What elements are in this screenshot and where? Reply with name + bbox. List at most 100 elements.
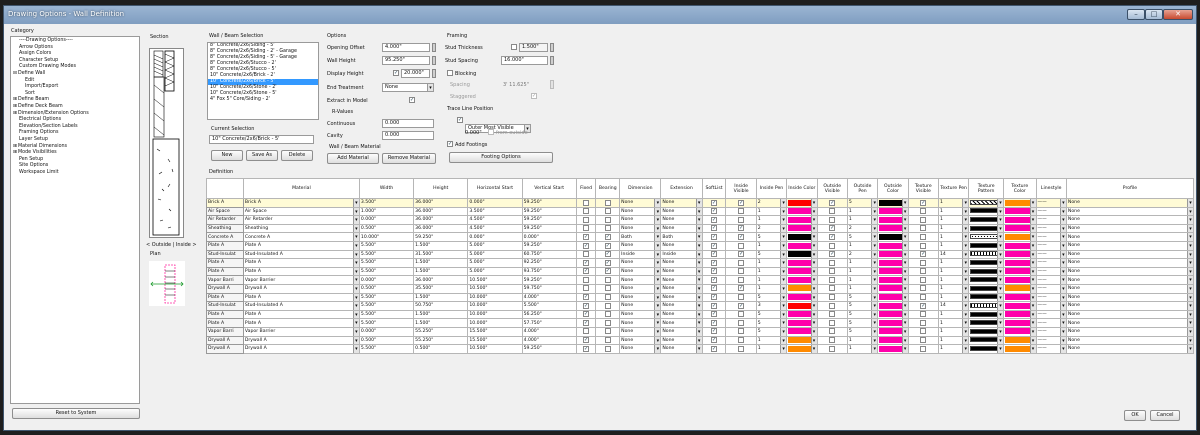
linestyle-select[interactable]: —— [1035,301,1067,311]
outside-color-cell[interactable] [877,326,909,337]
inside-color-cell[interactable] [786,335,818,346]
inside-pen-select[interactable]: 1 [755,283,788,294]
texture-visible-checkbox[interactable] [920,311,927,318]
texture-pen-select[interactable]: 1 [937,232,970,242]
outside-pen-select[interactable]: 2 [846,223,879,234]
extension-select[interactable]: None [660,240,703,251]
bearing-checkbox[interactable] [604,345,611,352]
texture-color-cell[interactable] [1003,335,1037,346]
texture-pen-select[interactable]: 1 [937,215,970,225]
inside-visible-checkbox[interactable]: ✓ [738,302,745,309]
texture-visible-checkbox[interactable] [920,319,927,326]
extension-select[interactable]: None [660,326,703,337]
column-header[interactable]: Material [242,178,360,199]
dimension-select[interactable]: None [619,275,662,285]
inside-pen-select[interactable]: 5 [755,249,788,260]
fixed-checkbox[interactable]: ✓ [583,337,590,344]
extension-select[interactable]: None [660,309,703,320]
texture-pattern-cell[interactable] [968,275,1005,285]
column-header[interactable]: Texture Pen [937,178,970,199]
width-cell[interactable]: 0.000" [358,275,415,285]
horizontal-start-cell[interactable]: 10.000" [467,301,523,311]
fixed-checkbox[interactable]: ✓ [583,302,590,309]
outside-visible-checkbox[interactable] [829,242,836,249]
inside-color-cell[interactable] [786,326,818,337]
texture-pattern-cell[interactable] [968,249,1005,260]
outside-color-cell[interactable] [877,258,909,268]
inside-color-cell[interactable] [786,292,818,303]
texture-visible-checkbox[interactable] [920,233,927,240]
row-header[interactable]: Vapor Barri [206,326,244,337]
stud-thickness-field[interactable]: 1.500" [519,43,548,52]
linestyle-select[interactable]: —— [1035,232,1067,242]
bearing-checkbox[interactable] [604,216,611,223]
ok-button[interactable]: OK [1124,410,1146,421]
horizontal-start-cell[interactable]: 15.500" [467,335,523,346]
bearing-checkbox[interactable] [604,208,611,215]
outside-color-cell[interactable] [877,292,909,303]
row-header[interactable]: Air Retarder [206,215,244,225]
extension-select[interactable]: None [660,258,703,268]
texture-pen-select[interactable]: 14 [937,249,970,260]
material-select[interactable]: Sheathing [242,223,360,234]
outside-visible-checkbox[interactable] [829,319,836,326]
column-header[interactable]: Texture Pattern [968,178,1005,199]
profile-select[interactable]: None [1065,326,1195,337]
horizontal-start-cell[interactable]: 10.500" [467,344,523,354]
outside-visible-checkbox[interactable] [829,302,836,309]
texture-pen-select[interactable]: 1 [937,275,970,285]
vertical-start-cell[interactable]: 59.250" [521,206,577,217]
width-cell[interactable]: 0.000" [358,326,415,337]
horizontal-start-cell[interactable]: 10.000" [467,309,523,320]
outside-pen-select[interactable]: 1 [846,283,879,294]
bearing-checkbox[interactable]: ✓ [604,251,611,258]
texture-pattern-cell[interactable] [968,232,1005,242]
vertical-start-cell[interactable]: 93.750" [521,266,577,277]
extension-select[interactable]: None [660,206,703,217]
outside-color-cell[interactable] [877,223,909,234]
inside-pen-select[interactable]: 1 [755,240,788,251]
row-header[interactable]: Plate A [206,258,244,268]
profile-select[interactable]: None [1065,335,1195,346]
inside-color-cell[interactable] [786,344,818,354]
current-selection-field[interactable]: 10" Concrete/2x6/Brick - 5' [209,135,314,144]
row-header[interactable]: Stud-Insulat [206,301,244,311]
profile-select[interactable]: None [1065,249,1195,260]
column-header[interactable]: SoftList [701,178,727,199]
table-row[interactable]: Plate APlate A5.500"1.500"10.000"57.750"… [206,318,1195,328]
height-cell[interactable]: 31.500" [413,249,469,260]
linestyle-select[interactable]: —— [1035,283,1067,294]
expand-icon[interactable]: ⊞ [13,111,17,116]
stud-spacing-spinner[interactable] [550,56,554,65]
vertical-start-cell[interactable]: 4.000" [521,292,577,303]
bearing-checkbox[interactable] [604,319,611,326]
fixed-checkbox[interactable]: ✓ [583,311,590,318]
close-button[interactable]: ✕ [1163,9,1193,20]
fixed-checkbox[interactable] [583,199,590,206]
material-select[interactable]: Concrete A [242,232,360,242]
inside-visible-checkbox[interactable] [738,242,745,249]
row-header[interactable]: Brick A [206,198,244,208]
outside-pen-select[interactable]: 5 [846,318,879,328]
width-cell[interactable]: 5.500" [358,301,415,311]
tree-item[interactable]: Framing Options [13,130,137,137]
dimension-select[interactable]: None [619,318,662,328]
linestyle-select[interactable]: —— [1035,335,1067,346]
outside-color-cell[interactable] [877,283,909,294]
inside-pen-select[interactable]: 5 [755,326,788,337]
texture-visible-checkbox[interactable] [920,345,927,352]
outside-color-cell[interactable] [877,335,909,346]
spacing-spinner[interactable] [550,80,554,89]
linestyle-select[interactable]: —— [1035,344,1067,354]
vertical-start-cell[interactable]: 56.250" [521,309,577,320]
width-cell[interactable]: 5.500" [358,309,415,320]
outside-visible-checkbox[interactable] [829,276,836,283]
dimension-select[interactable]: None [619,206,662,217]
fixed-checkbox[interactable] [583,328,590,335]
width-cell[interactable]: 0.500" [358,335,415,346]
width-cell[interactable]: 5.500" [358,249,415,260]
linestyle-select[interactable]: —— [1035,249,1067,260]
profile-select[interactable]: None [1065,309,1195,320]
row-header[interactable]: Concrete A [206,232,244,242]
display-height-checkbox[interactable]: ✓ [393,70,399,76]
